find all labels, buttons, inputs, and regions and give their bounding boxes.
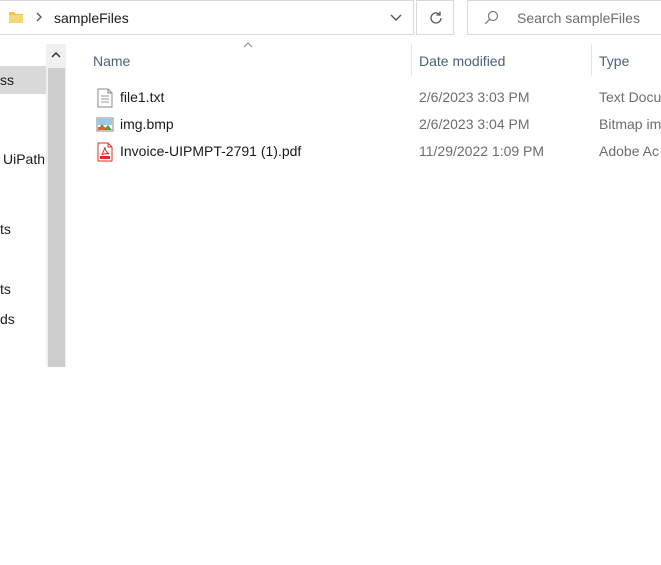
search-box[interactable] bbox=[467, 0, 661, 35]
nav-item-label: ts bbox=[0, 281, 11, 297]
breadcrumb-samplefiles[interactable]: sampleFiles bbox=[54, 10, 129, 26]
scroll-up-arrow-icon[interactable] bbox=[50, 50, 62, 60]
file-name: Invoice-UIPMPT-2791 (1).pdf bbox=[120, 143, 302, 159]
refresh-icon bbox=[430, 11, 442, 24]
column-header-date-modified[interactable]: Date modified bbox=[419, 50, 587, 72]
address-bar[interactable]: sampleFiles bbox=[0, 0, 414, 35]
nav-item-label: ss bbox=[0, 72, 14, 88]
nav-item-documents[interactable]: ts bbox=[0, 215, 46, 243]
folder-icon bbox=[9, 12, 23, 23]
nav-item-pictures[interactable]: ts bbox=[0, 275, 46, 303]
nav-scrollbar[interactable] bbox=[46, 44, 66, 367]
nav-item-quick-access[interactable]: ss bbox=[0, 66, 46, 94]
file-date-modified: 2/6/2023 3:03 PM bbox=[419, 89, 530, 105]
refresh-button[interactable] bbox=[416, 0, 454, 35]
file-row[interactable]: file1.txt 2/6/2023 3:03 PM Text Docu bbox=[90, 86, 661, 111]
file-type: Bitmap im bbox=[599, 116, 661, 132]
file-row[interactable]: img.bmp 2/6/2023 3:04 PM Bitmap im bbox=[90, 113, 661, 138]
column-divider[interactable] bbox=[411, 44, 412, 76]
file-date-modified: 11/29/2022 1:09 PM bbox=[419, 143, 545, 159]
scrollbar-thumb[interactable] bbox=[48, 68, 65, 367]
chevron-down-icon[interactable] bbox=[389, 12, 403, 24]
search-icon bbox=[484, 10, 499, 25]
pdf-file-icon bbox=[97, 142, 113, 162]
file-type: Adobe Ac bbox=[599, 143, 659, 159]
text-file-icon bbox=[97, 88, 113, 108]
file-name: file1.txt bbox=[120, 89, 165, 105]
nav-item-label: UiPath bbox=[3, 151, 46, 167]
file-date-modified: 2/6/2023 3:04 PM bbox=[419, 116, 530, 132]
sort-ascending-icon bbox=[243, 42, 253, 48]
column-header-name[interactable]: Name bbox=[93, 50, 409, 72]
file-type: Text Docu bbox=[599, 89, 661, 105]
nav-item-label: ds bbox=[0, 311, 15, 327]
bitmap-image-icon bbox=[96, 117, 114, 132]
file-row[interactable]: Invoice-UIPMPT-2791 (1).pdf 11/29/2022 1… bbox=[90, 140, 661, 165]
file-name: img.bmp bbox=[120, 116, 174, 132]
nav-item-uipath[interactable]: UiPath bbox=[0, 145, 46, 173]
nav-item-label: ts bbox=[0, 221, 11, 237]
navigation-pane: ss UiPath ts ts ds bbox=[0, 44, 46, 367]
chevron-right-icon[interactable] bbox=[35, 10, 43, 24]
column-divider[interactable] bbox=[591, 44, 592, 76]
column-header-type[interactable]: Type bbox=[599, 50, 661, 72]
nav-item-downloads[interactable]: ds bbox=[0, 305, 46, 333]
search-input[interactable] bbox=[517, 9, 657, 27]
